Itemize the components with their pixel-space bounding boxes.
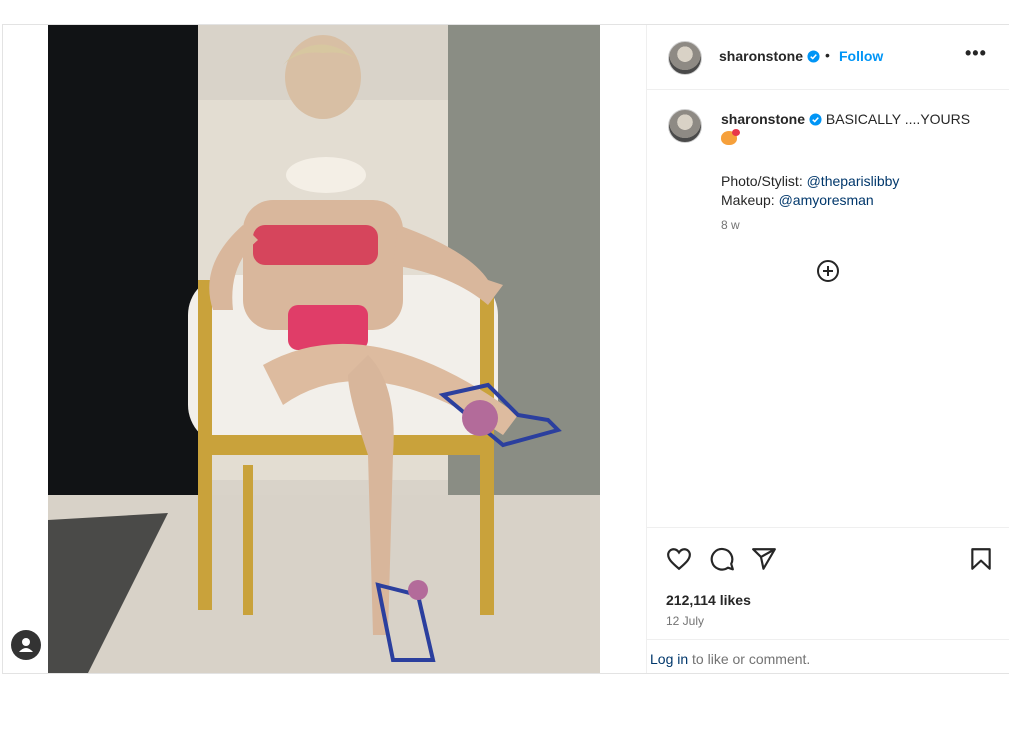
post-photo [48, 25, 600, 673]
bookmark-icon[interactable] [968, 546, 994, 572]
comment-icon[interactable] [709, 546, 735, 572]
mention-link-makeup[interactable]: @amyoresman [779, 192, 874, 208]
caption-body: BASICALLY ....YOURS [825, 111, 971, 127]
avatar[interactable] [668, 41, 702, 75]
avatar[interactable] [668, 109, 702, 143]
login-link[interactable]: Log in [650, 651, 688, 667]
caption-credits: Photo/Stylist: @theparislibby Makeup: @a… [721, 172, 993, 210]
caption-username[interactable]: sharonstone [721, 111, 805, 127]
follow-button[interactable]: Follow [839, 48, 883, 64]
separator-dot: • [825, 47, 830, 63]
likes-count[interactable]: 212,114 likes [666, 592, 751, 608]
verified-badge-icon [809, 113, 822, 126]
login-suffix: to like or comment. [688, 651, 811, 667]
post-header: sharonstone • Follow ••• [647, 25, 1009, 90]
add-comment-icon[interactable] [816, 259, 840, 283]
heart-face-emoji-icon [721, 129, 740, 145]
post-side-panel: sharonstone • Follow ••• sharonstone BAS… [646, 25, 1009, 673]
header-username[interactable]: sharonstone [719, 48, 803, 64]
caption: sharonstone BASICALLY ....YOURS Photo/St… [721, 110, 993, 235]
header-username-block: sharonstone [719, 48, 820, 66]
photo-illustration [48, 25, 600, 673]
post-date[interactable]: 12 July [666, 614, 704, 628]
action-bar: 212,114 likes 12 July [647, 527, 1009, 638]
credit-photo-label: Photo/Stylist: [721, 173, 807, 189]
login-prompt: Log in to like or comment. [647, 639, 1009, 674]
credit-makeup-label: Makeup: [721, 192, 779, 208]
mention-link-photo[interactable]: @theparislibby [807, 173, 900, 189]
share-icon[interactable] [751, 546, 777, 572]
caption-time-ago[interactable]: 8 w [721, 216, 993, 235]
user-icon[interactable] [11, 630, 41, 660]
verified-badge-icon [807, 50, 820, 63]
page-heading-cut-off [0, 0, 1024, 18]
heart-icon[interactable] [666, 546, 692, 572]
more-options-icon[interactable]: ••• [965, 43, 989, 63]
post-card: sharonstone • Follow ••• sharonstone BAS… [2, 24, 1009, 674]
caption-section: sharonstone BASICALLY ....YOURS Photo/St… [647, 90, 1009, 530]
